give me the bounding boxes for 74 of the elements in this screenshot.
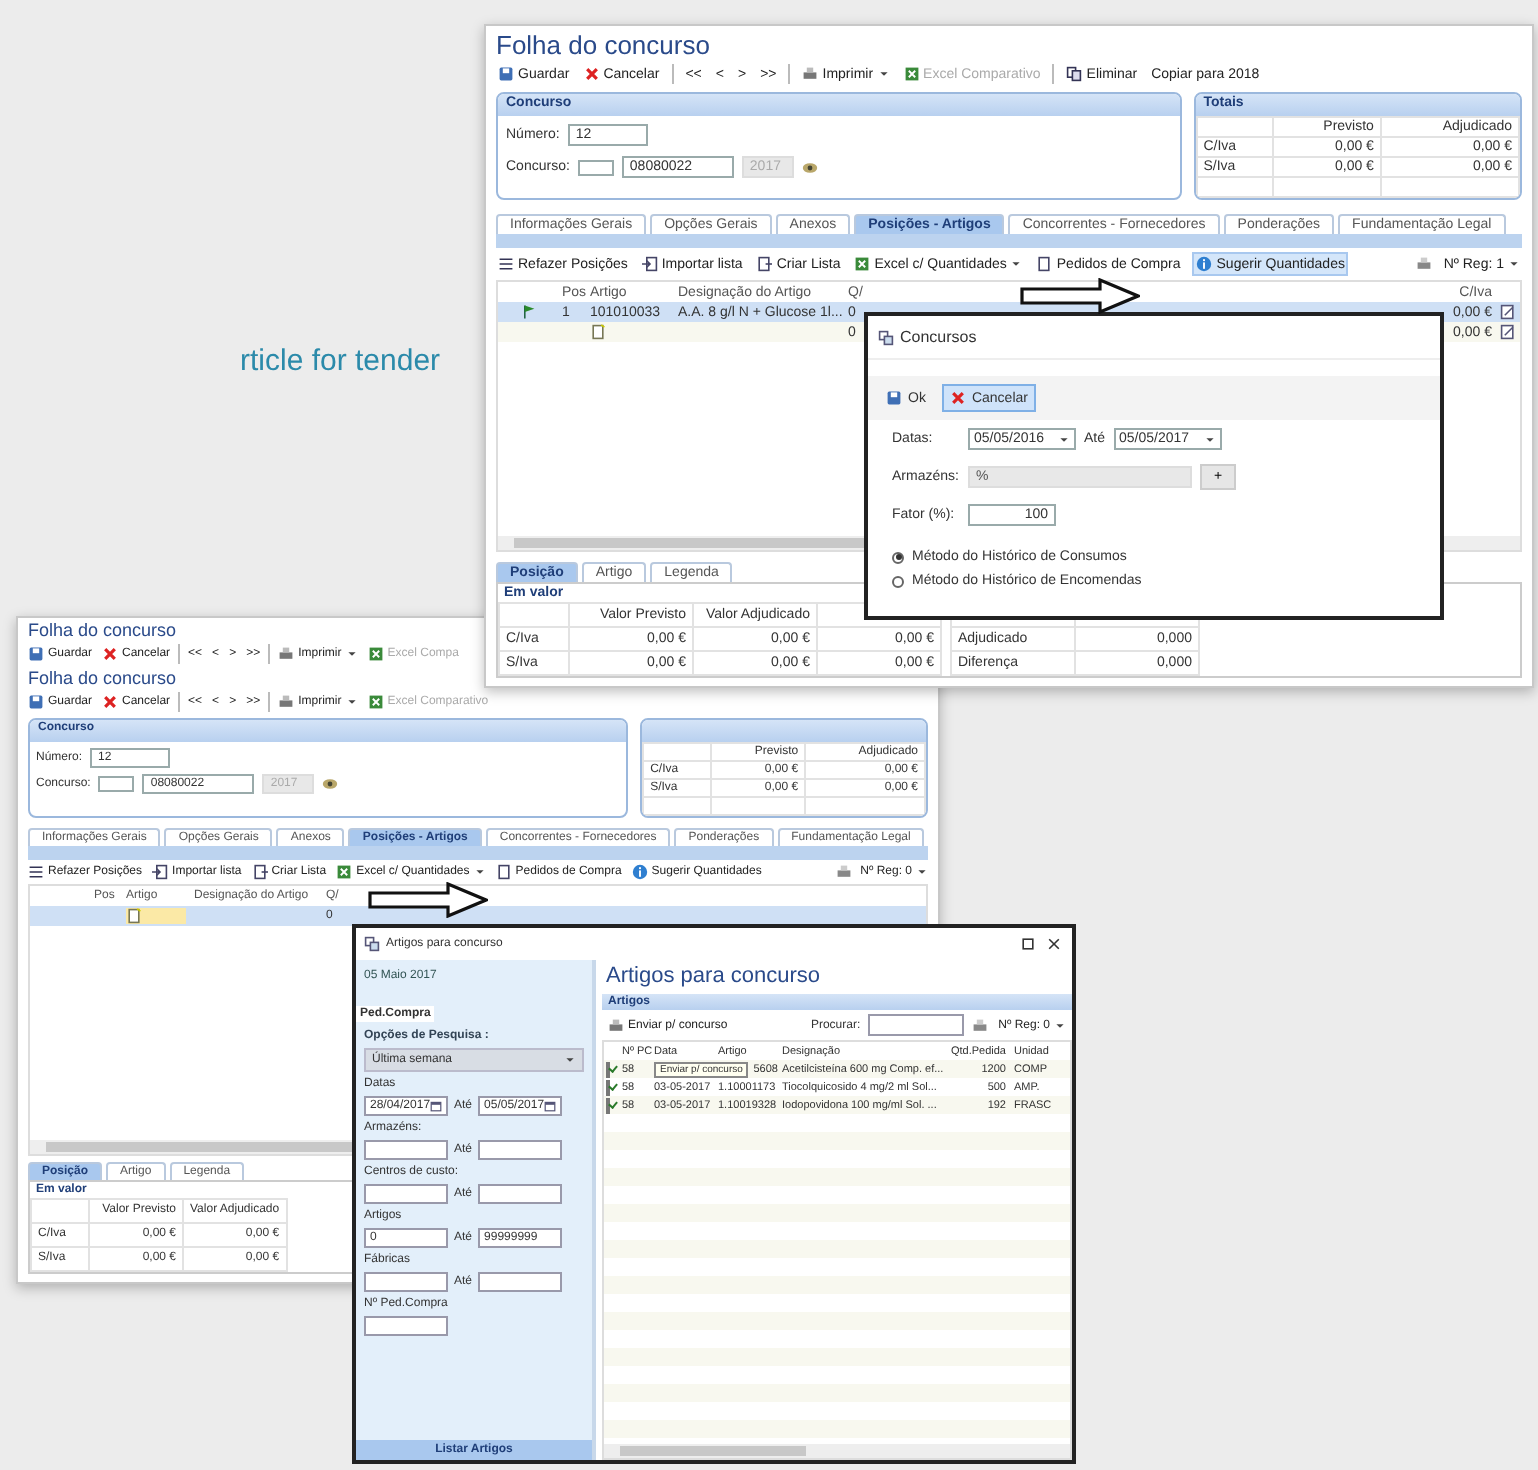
radio-button[interactable]: [892, 551, 904, 563]
close-icon: [1046, 936, 1062, 952]
input-field[interactable]: [364, 1272, 448, 1292]
print-icon: [608, 1017, 624, 1033]
dialog-title: Concursos: [900, 328, 977, 346]
import-icon: [641, 256, 658, 273]
import-icon: [152, 863, 169, 880]
document-icon: [495, 863, 512, 880]
input-field[interactable]: [98, 775, 135, 792]
caret-icon: [1508, 258, 1520, 271]
maximize-icon: [1020, 936, 1036, 952]
list-icon: [498, 256, 514, 273]
caret-icon: [1058, 433, 1070, 445]
caption-text: rticle for tender: [240, 344, 441, 378]
radio-button[interactable]: [892, 575, 904, 587]
caret-icon: [1054, 1019, 1066, 1031]
caret-icon: [345, 647, 358, 660]
input-field[interactable]: [577, 159, 614, 176]
document-icon: [756, 256, 773, 273]
input-field[interactable]: [364, 1184, 448, 1204]
input-field[interactable]: [364, 1316, 448, 1336]
window-title: Folha do concurso: [496, 32, 710, 61]
scrollbar[interactable]: [604, 1444, 1070, 1458]
input-field[interactable]: [478, 1272, 563, 1292]
documents-icon: [1066, 66, 1083, 83]
input-field[interactable]: [478, 1184, 563, 1204]
spreadsheet-icon: [367, 693, 384, 710]
maximize-button[interactable]: [1018, 934, 1038, 954]
caret-icon: [877, 68, 890, 81]
printer-icon: [1415, 256, 1432, 273]
spreadsheet-icon: [854, 256, 871, 273]
new-document-icon: [590, 324, 606, 341]
save-icon: [886, 390, 902, 406]
window-title: Folha do concurso: [28, 669, 177, 690]
caret-icon: [1010, 258, 1023, 271]
window-icon: [364, 936, 380, 952]
cancel-icon: [949, 390, 966, 406]
info-icon: [1196, 256, 1213, 273]
print-icon: [802, 66, 819, 83]
eye-icon: [801, 159, 818, 176]
window-icon: [878, 329, 894, 345]
spreadsheet-icon: [336, 863, 353, 880]
spreadsheet-icon: [903, 66, 920, 83]
cancel-icon: [102, 645, 119, 662]
caret-icon: [1203, 433, 1216, 445]
window-title: Folha do concurso: [28, 622, 177, 642]
eye-icon: [322, 775, 339, 792]
printer-icon: [836, 863, 853, 880]
calendar-icon: [544, 1100, 557, 1112]
info-icon: [631, 863, 648, 880]
close-button[interactable]: [1044, 934, 1064, 954]
search-field[interactable]: [868, 1014, 965, 1036]
caret-icon: [564, 1054, 576, 1066]
edit-icon: [1500, 324, 1516, 341]
cancel-icon: [102, 693, 119, 710]
save-icon: [28, 693, 44, 710]
input-field[interactable]: [478, 1140, 563, 1160]
section-heading: Artigos para concurso: [604, 962, 822, 992]
flag-icon: [520, 304, 536, 321]
print-icon: [278, 693, 295, 710]
caret-icon: [916, 865, 928, 878]
input-field[interactable]: [364, 1140, 448, 1160]
print-icon: [278, 645, 295, 662]
printer-icon: [972, 1017, 989, 1033]
cancel-icon: [583, 66, 600, 83]
save-icon: [28, 645, 44, 662]
document-icon: [251, 863, 268, 880]
save-icon: [498, 66, 514, 83]
spreadsheet-icon: [367, 645, 384, 662]
list-icon: [28, 863, 44, 880]
caret-icon: [473, 865, 486, 878]
calendar-icon: [430, 1100, 443, 1112]
caret-icon: [345, 695, 358, 708]
document-icon: [1036, 256, 1053, 273]
